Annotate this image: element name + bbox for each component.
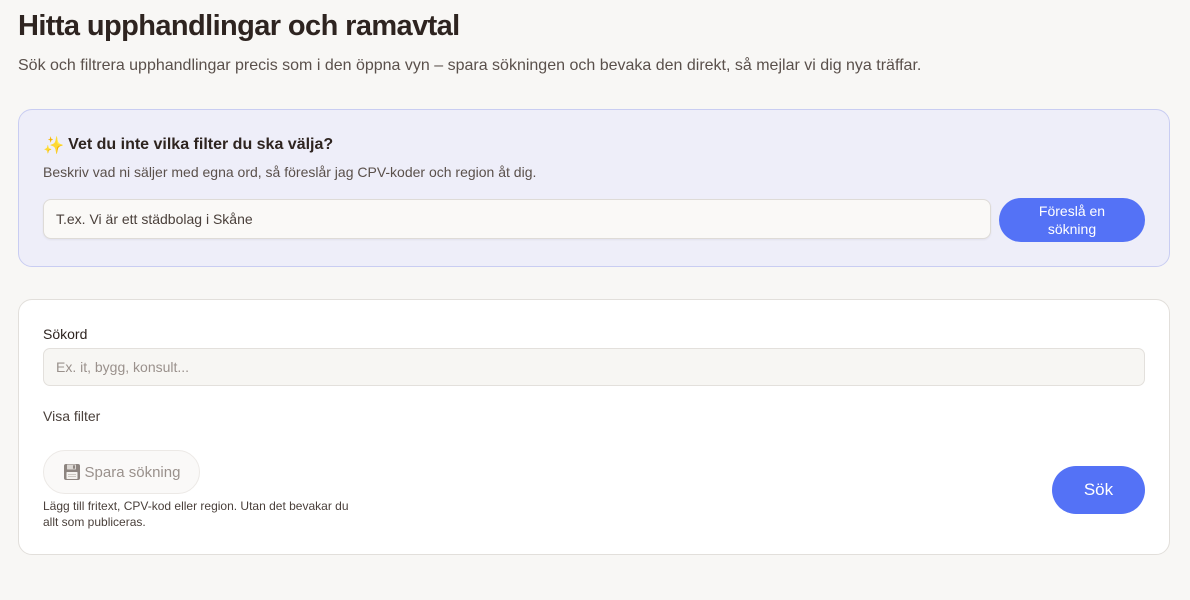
- ai-suggest-description: Beskriv vad ni säljer med egna ord, så f…: [43, 164, 537, 180]
- search-card: Sökord Visa filter Spara sökning Lägg ti…: [18, 299, 1170, 555]
- floppy-disk-icon: [63, 464, 80, 480]
- suggest-search-button[interactable]: Föreslå en sökning: [999, 198, 1145, 242]
- save-search-label: Spara sökning: [84, 463, 181, 481]
- ai-description-input[interactable]: [43, 199, 991, 239]
- page-subtitle: Sök och filtrera upphandlingar precis so…: [18, 57, 922, 74]
- search-button[interactable]: Sök: [1052, 466, 1145, 514]
- keyword-input[interactable]: [43, 348, 1145, 386]
- ai-suggest-card: ✨ Vet du inte vilka filter du ska välja?…: [18, 109, 1170, 267]
- show-filters-link[interactable]: Visa filter: [43, 408, 100, 424]
- page-title: Hitta upphandlingar och ramavtal: [18, 10, 460, 42]
- ai-suggest-heading-text: Vet du inte vilka filter du ska välja?: [68, 136, 334, 153]
- save-search-button[interactable]: Spara sökning: [43, 450, 200, 494]
- keyword-label: Sökord: [43, 326, 88, 342]
- ai-suggest-heading: ✨ Vet du inte vilka filter du ska välja?: [43, 136, 333, 154]
- save-search-hint: Lägg till fritext, CPV-kod eller region.…: [43, 499, 349, 529]
- sparkles-icon: ✨: [43, 135, 65, 155]
